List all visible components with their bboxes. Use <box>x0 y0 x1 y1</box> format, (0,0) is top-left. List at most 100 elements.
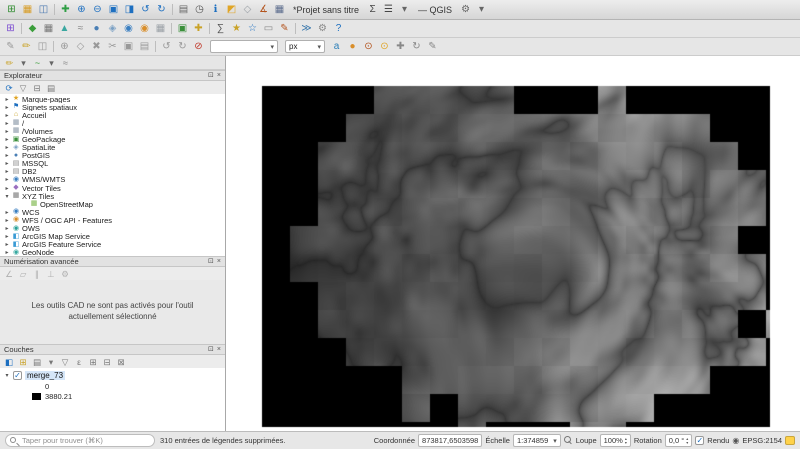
statistics-icon[interactable]: Σ <box>365 3 380 17</box>
layer-styling-icon[interactable]: ◧ <box>3 356 15 367</box>
scale-combo[interactable]: 1:374859 ▾ <box>513 434 561 447</box>
browser-tree-item[interactable]: ▸ ◉ WCS <box>0 208 225 216</box>
browser-float-button[interactable]: ⊡ <box>208 71 214 80</box>
add-spatialite-layer-icon[interactable]: ◈ <box>105 22 120 36</box>
refresh-browser-icon[interactable]: ⟳ <box>3 82 15 93</box>
manage-themes-icon[interactable]: ▤ <box>31 356 43 367</box>
annotation-icon[interactable]: ✎ <box>277 22 292 36</box>
expand-arrow-icon[interactable]: ▸ <box>4 176 10 183</box>
current-edits-icon[interactable]: ✎ <box>3 40 18 54</box>
python-console-icon[interactable]: ≫ <box>299 22 314 36</box>
new-project-icon[interactable]: ⊞ <box>4 3 19 17</box>
browser-tree-item[interactable]: ▸ ▦ /Volumes <box>0 127 225 135</box>
editing-dropdown-icon[interactable]: ▾ <box>17 57 30 69</box>
processing-icon[interactable]: ⚙ <box>458 3 473 17</box>
select-features-icon[interactable]: ◩ <box>224 3 239 17</box>
map-canvas[interactable] <box>226 56 800 431</box>
browser-tree-item[interactable]: ▸ ▤ MSSQL <box>0 160 225 168</box>
magnifier-stepper[interactable]: ▴▾ <box>625 437 627 445</box>
attribute-table-icon[interactable]: ▦ <box>272 3 287 17</box>
remove-layer-icon[interactable]: ⊠ <box>115 356 127 367</box>
cut-features-icon[interactable]: ✂ <box>105 40 120 54</box>
undo-icon[interactable]: ↺ <box>159 40 174 54</box>
toolbox-dropdown-icon[interactable]: ▾ <box>397 3 412 17</box>
add-vector-layer-icon[interactable]: ◆ <box>25 22 40 36</box>
browser-tree-item[interactable]: ▸ ◧ ArcGIS Feature Service <box>0 241 225 249</box>
processing-toolbox-icon[interactable]: ⚙ <box>315 22 330 36</box>
cad-parallel-icon[interactable]: ∥ <box>31 268 43 279</box>
diagram-icon[interactable]: ● <box>345 40 360 54</box>
expand-arrow-icon[interactable]: ▸ <box>4 249 10 256</box>
zoom-last-icon[interactable]: ↺ <box>138 3 153 17</box>
expand-arrow-icon[interactable]: ▾ <box>4 193 10 200</box>
browser-tree-item[interactable]: ▸ ◆ Vector Tiles <box>0 184 225 192</box>
toggle-editing-icon[interactable]: ✏ <box>19 40 34 54</box>
themes-dropdown-icon[interactable]: ▾ <box>45 356 57 367</box>
toggle-editing-icon[interactable]: ✏ <box>3 57 16 69</box>
browser-tree-item[interactable]: ▦ OpenStreetMap <box>0 200 225 208</box>
pan-map-icon[interactable]: ✚ <box>58 3 73 17</box>
digitize-segment-icon[interactable]: ~ <box>31 57 44 69</box>
measure-icon[interactable]: ∡ <box>256 3 271 17</box>
add-wfs-layer-icon[interactable]: ◉ <box>137 22 152 36</box>
rotation-stepper[interactable]: ▴▾ <box>686 437 688 445</box>
temporal-controller-icon[interactable]: ◷ <box>192 3 207 17</box>
browser-tree-item[interactable]: ▸ ▤ DB2 <box>0 168 225 176</box>
digitize-dropdown-icon[interactable]: ▾ <box>45 57 58 69</box>
save-edits-icon[interactable]: ◫ <box>35 40 50 54</box>
help-icon[interactable]: ? <box>331 22 346 36</box>
expand-arrow-icon[interactable]: ▸ <box>4 96 10 103</box>
data-source-manager-icon[interactable]: ⊞ <box>3 22 18 36</box>
zoom-out-icon[interactable]: ⊖ <box>90 3 105 17</box>
zoom-next-icon[interactable]: ↻ <box>154 3 169 17</box>
add-raster-layer-icon[interactable]: ▦ <box>41 22 56 36</box>
toolbox-menu-icon[interactable]: ☰ <box>381 3 396 17</box>
field-calculator-icon[interactable]: ∑ <box>213 22 228 36</box>
layer-name[interactable]: merge_73 <box>25 371 65 380</box>
stepper-down-icon[interactable]: ▾ <box>686 441 688 445</box>
expand-all-icon[interactable]: ⊞ <box>87 356 99 367</box>
zoom-full-icon[interactable]: ▣ <box>106 3 121 17</box>
rotation-field[interactable]: 0,0 ° ▴▾ <box>665 434 693 447</box>
layer-row-merge-73[interactable]: ▾ ✓ merge_73 <box>0 370 225 381</box>
browser-tree-item[interactable]: ▸ ◈ SpatiaLite <box>0 144 225 152</box>
expand-arrow-icon[interactable]: ▸ <box>4 128 10 135</box>
add-mesh-layer-icon[interactable]: ▲ <box>57 22 72 36</box>
magnifier-field[interactable]: 100% ▴▾ <box>600 434 631 447</box>
cad-settings-icon[interactable]: ⚙ <box>59 268 71 279</box>
layers-float-button[interactable]: ⊡ <box>208 345 214 354</box>
browser-tree-item[interactable]: ▸ ★ Marque-pages <box>0 95 225 103</box>
browser-tree-item[interactable]: ▸ ⚑ Signets spatiaux <box>0 103 225 111</box>
cad-perpendicular-icon[interactable]: ⊥ <box>45 268 57 279</box>
filter-browser-icon[interactable]: ▽ <box>17 82 29 93</box>
expand-arrow-icon[interactable]: ▸ <box>4 152 10 159</box>
browser-tree-item[interactable]: ▸ ◉ WMS/WMTS <box>0 176 225 184</box>
crs-value[interactable]: EPSG:2154 <box>742 436 782 445</box>
units-combo[interactable]: px ▾ <box>285 40 325 53</box>
locator-search-input[interactable] <box>5 434 155 447</box>
add-feature-icon[interactable]: ⊕ <box>57 40 72 54</box>
browser-tree-item[interactable]: ▸ ▦ / <box>0 119 225 127</box>
delete-selected-icon[interactable]: ✖ <box>89 40 104 54</box>
expand-arrow-icon[interactable]: ▸ <box>4 144 10 151</box>
add-xyz-layer-icon[interactable]: ▦ <box>153 22 168 36</box>
expand-arrow-icon[interactable]: ▸ <box>4 160 10 167</box>
browser-close-button[interactable]: × <box>217 71 221 80</box>
vertex-tool-icon[interactable]: ◇ <box>73 40 88 54</box>
expand-arrow-icon[interactable]: ▸ <box>4 120 10 127</box>
browser-tree-item[interactable]: ▸ ◉ WFS / OGC API - Features <box>0 216 225 224</box>
open-project-icon[interactable]: ▦ <box>20 3 35 17</box>
expand-arrow-icon[interactable]: ▸ <box>4 225 10 232</box>
advanced-digitizing-float-button[interactable]: ⊡ <box>208 257 214 266</box>
zoom-to-selection-icon[interactable]: ◨ <box>122 3 137 17</box>
map-view[interactable] <box>226 56 800 431</box>
cad-construction-icon[interactable]: ▱ <box>17 268 29 279</box>
add-wms-layer-icon[interactable]: ◉ <box>121 22 136 36</box>
processing-dropdown-icon[interactable]: ▾ <box>474 3 489 17</box>
add-group-icon[interactable]: ⊞ <box>17 356 29 367</box>
coordinate-field[interactable]: 873817,6503598 <box>418 434 482 447</box>
browser-tree-item[interactable]: ▸ ◧ ArcGIS Map Service <box>0 233 225 241</box>
filter-legend-icon[interactable]: ▽ <box>59 356 71 367</box>
map-tips-icon[interactable]: ▭ <box>261 22 276 36</box>
expand-arrow-icon[interactable]: ▸ <box>4 217 10 224</box>
